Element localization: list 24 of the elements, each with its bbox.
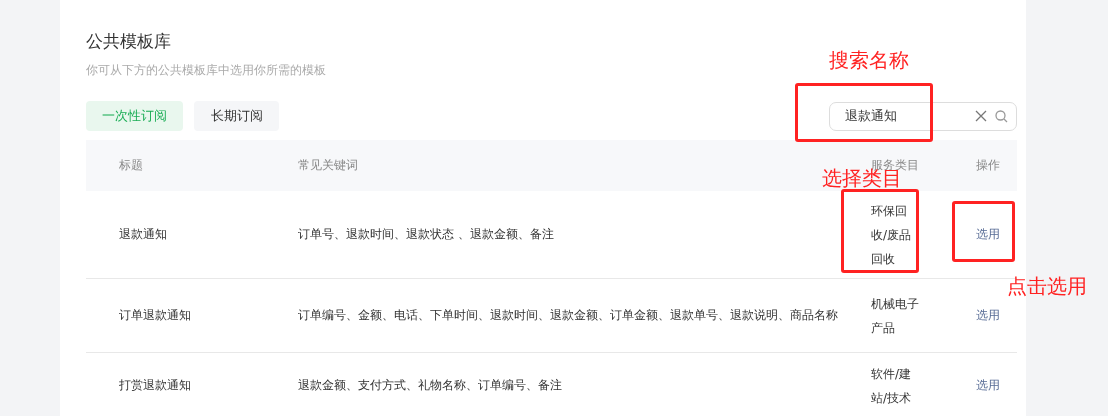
annotation-label: 搜索名称 (829, 50, 909, 70)
table-cell: 订单退款通知 (119, 307, 191, 324)
highlight-box (952, 201, 1015, 262)
search-field[interactable]: 退款通知 (829, 101, 1017, 131)
table-cell: 订单编号、金额、电话、下单时间、退款时间、退款金额、订单金额、退款单号、退款说明、商品名称 (298, 307, 838, 324)
select-link[interactable]: 选用 (976, 377, 1000, 394)
column-header: 操作 (976, 157, 1000, 174)
search-icon[interactable] (995, 109, 1008, 123)
column-header: 标题 (119, 157, 143, 174)
annotation-label: 点击选用 (1007, 276, 1087, 296)
table-cell: 退款通知 (119, 226, 167, 243)
table-cell: 订单号、退款时间、退款状态 、退款金额、备注 (298, 226, 554, 243)
clear-icon[interactable] (975, 110, 987, 122)
page-subtitle: 你可从下方的公共模板库中选用你所需的模板 (86, 62, 326, 79)
column-header: 常见关键词 (298, 157, 358, 174)
table-cell-text: 机械电子 产品 (871, 295, 919, 337)
table-cell-text: 软件/建 站/技术 (871, 365, 912, 407)
table-cell: 打赏退款通知 (119, 377, 191, 394)
select-link[interactable]: 选用 (976, 307, 1000, 324)
tab[interactable]: 长期订阅 (194, 101, 279, 131)
page-title: 公共模板库 (86, 30, 171, 53)
select-link[interactable]: 选用 (976, 226, 1000, 243)
table-cell-text: 环保回 收/废品 回收 (871, 202, 912, 268)
table-cell: 退款金额、支付方式、礼物名称、订单编号、备注 (298, 377, 562, 394)
